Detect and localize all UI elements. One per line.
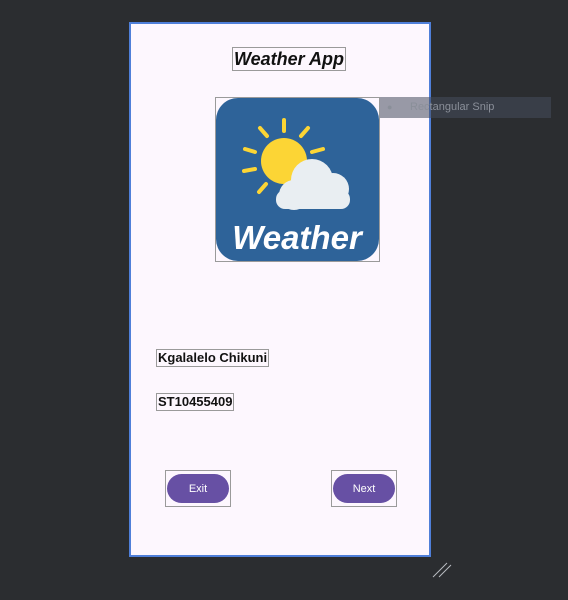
snip-icon: ● [387, 102, 393, 112]
weather-logo-icon: Weather [216, 98, 379, 261]
next-button-frame: Next [331, 470, 397, 507]
student-name: Kgalalelo Chikuni [155, 349, 270, 367]
snip-label: Rectangular Snip [410, 101, 495, 113]
rectangular-snip-overlay[interactable]: ● Rectangular Snip [380, 97, 551, 118]
exit-button-frame: Exit [165, 470, 231, 507]
exit-button[interactable]: Exit [167, 474, 229, 503]
next-button[interactable]: Next [333, 474, 395, 503]
app-title: Weather App [231, 47, 347, 71]
logo-text: Weather [232, 219, 364, 256]
student-number: ST10455409 [155, 393, 235, 411]
weather-logo: Weather [215, 97, 380, 262]
resize-handle-icon[interactable] [431, 560, 453, 578]
